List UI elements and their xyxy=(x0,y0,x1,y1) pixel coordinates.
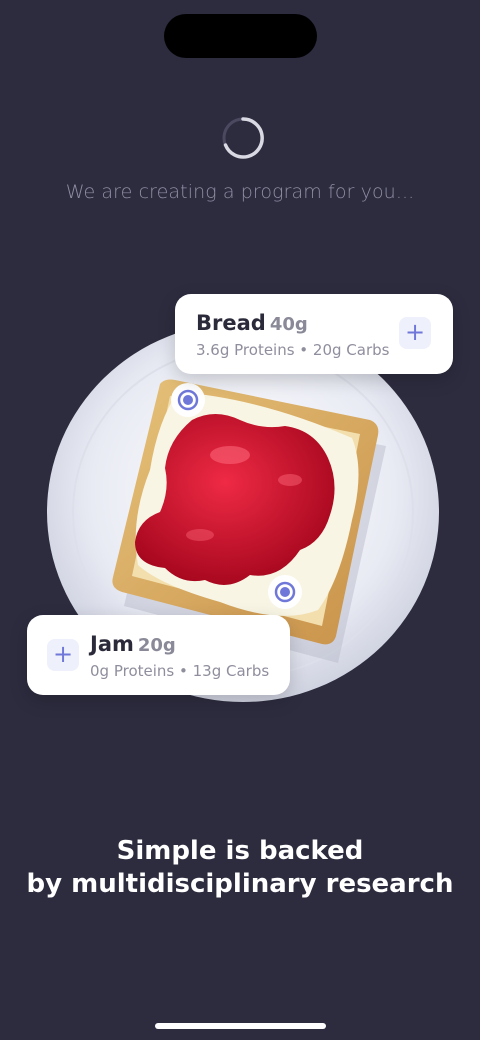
headline-line-2: by multidisciplinary research xyxy=(26,869,454,899)
food-name-text: Bread xyxy=(196,311,266,335)
food-name-text: Jam xyxy=(90,632,134,656)
food-name: Bread 40g xyxy=(196,311,308,335)
food-weight: 40g xyxy=(269,314,308,335)
food-name: Jam 20g xyxy=(90,632,176,656)
loading-text: We are creating a program for you... xyxy=(65,181,415,203)
food-card-jam[interactable]: + Jam 20g 0g Proteins • 13g Carbs xyxy=(27,615,290,695)
home-indicator[interactable] xyxy=(155,1023,326,1029)
food-weight: 20g xyxy=(137,635,176,656)
dynamic-island xyxy=(164,14,317,58)
food-card-bread[interactable]: Bread 40g 3.6g Proteins • 20g Carbs + xyxy=(175,294,453,374)
food-macros: 3.6g Proteins • 20g Carbs xyxy=(196,341,390,359)
marker-dot-icon xyxy=(171,383,205,417)
headline: Simple is backed by multidisciplinary re… xyxy=(0,835,480,901)
food-macros: 0g Proteins • 13g Carbs xyxy=(90,662,270,680)
spinner-icon xyxy=(222,117,264,159)
plus-icon[interactable]: + xyxy=(47,639,79,671)
marker-dot-icon xyxy=(268,575,302,609)
plus-icon[interactable]: + xyxy=(399,317,431,349)
headline-line-1: Simple is backed xyxy=(116,836,364,866)
